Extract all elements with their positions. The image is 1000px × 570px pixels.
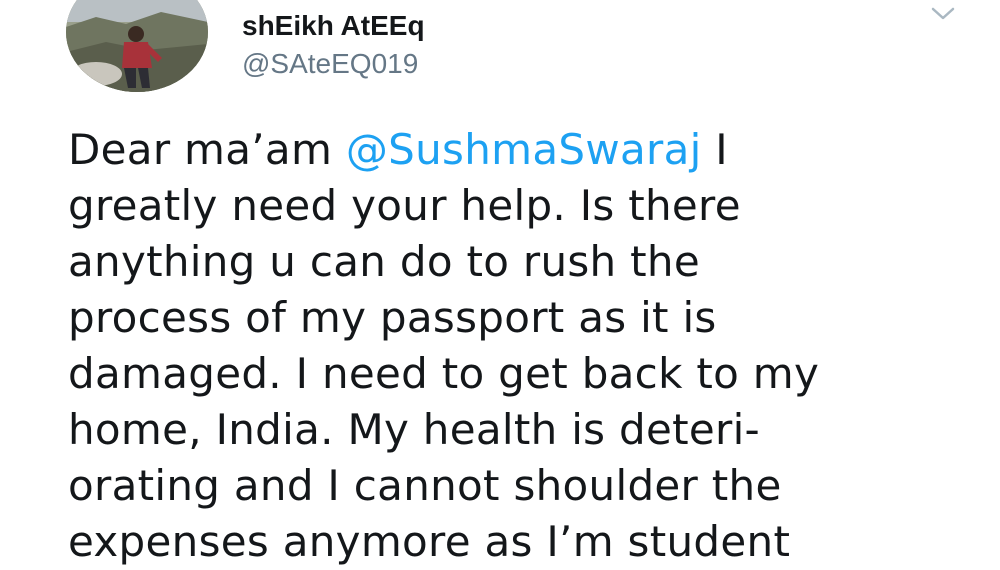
tweet-line: Dear ma’am @SushmaSwaraj I <box>68 125 728 174</box>
tweet-text: Dear ma’am @SushmaSwaraj I greatly need … <box>68 122 978 570</box>
avatar-photo <box>66 0 208 92</box>
tweet-line: orating and I cannot shoulder the <box>68 461 782 510</box>
user-handle[interactable]: @SAteEQ019 <box>242 48 418 80</box>
tweet-line: process of my passport as it is <box>68 293 717 342</box>
chevron-down-icon[interactable] <box>928 2 958 26</box>
mention-link[interactable]: @SushmaSwaraj <box>346 125 702 174</box>
tweet-line: anything u can do to rush the <box>68 237 700 286</box>
tweet-line: greatly need your help. Is there <box>68 181 741 230</box>
avatar[interactable] <box>66 0 208 92</box>
display-name[interactable]: shEikh AtEEq <box>242 10 425 42</box>
tweet-line: expenses anymore as I’m student <box>68 517 791 566</box>
tweet-card: shEikh AtEEq @SAteEQ019 Dear ma’am @Sush… <box>0 0 1000 566</box>
tweet-line: damaged. I need to get back to my <box>68 349 820 398</box>
tweet-line: home, India. My health is deteri- <box>68 405 760 454</box>
